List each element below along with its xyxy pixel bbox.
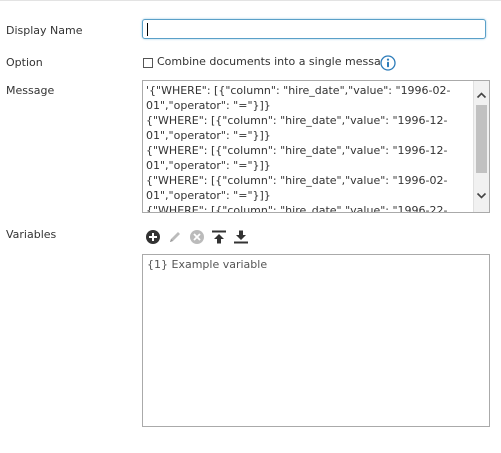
display-name-label: Display Name: [6, 24, 83, 37]
message-text[interactable]: '{"WHERE": [{"column": "hire_date","valu…: [146, 83, 471, 212]
remove-icon[interactable]: [189, 229, 205, 245]
text-caret: [147, 23, 148, 36]
info-icon[interactable]: [380, 55, 396, 71]
message-label: Message: [6, 84, 55, 97]
variables-label: Variables: [6, 228, 57, 241]
move-top-icon[interactable]: [211, 229, 227, 245]
variables-list[interactable]: {1} Example variable: [142, 254, 490, 427]
scroll-down-icon[interactable]: [475, 189, 488, 202]
variable-item[interactable]: {1} Example variable: [147, 258, 267, 271]
scroll-up-icon[interactable]: [475, 89, 488, 102]
add-icon[interactable]: [145, 229, 161, 245]
top-divider: [0, 0, 501, 1]
scrollbar-thumb[interactable]: [476, 105, 487, 173]
message-scrollbar[interactable]: [473, 81, 489, 212]
display-name-input[interactable]: [142, 19, 486, 39]
combine-documents-label[interactable]: Combine documents into a single message: [157, 55, 394, 68]
option-label: Option: [6, 56, 43, 69]
message-textarea[interactable]: '{"WHERE": [{"column": "hire_date","valu…: [142, 80, 490, 213]
combine-documents-checkbox[interactable]: [143, 58, 153, 68]
edit-icon[interactable]: [167, 229, 183, 245]
move-bottom-icon[interactable]: [233, 229, 249, 245]
